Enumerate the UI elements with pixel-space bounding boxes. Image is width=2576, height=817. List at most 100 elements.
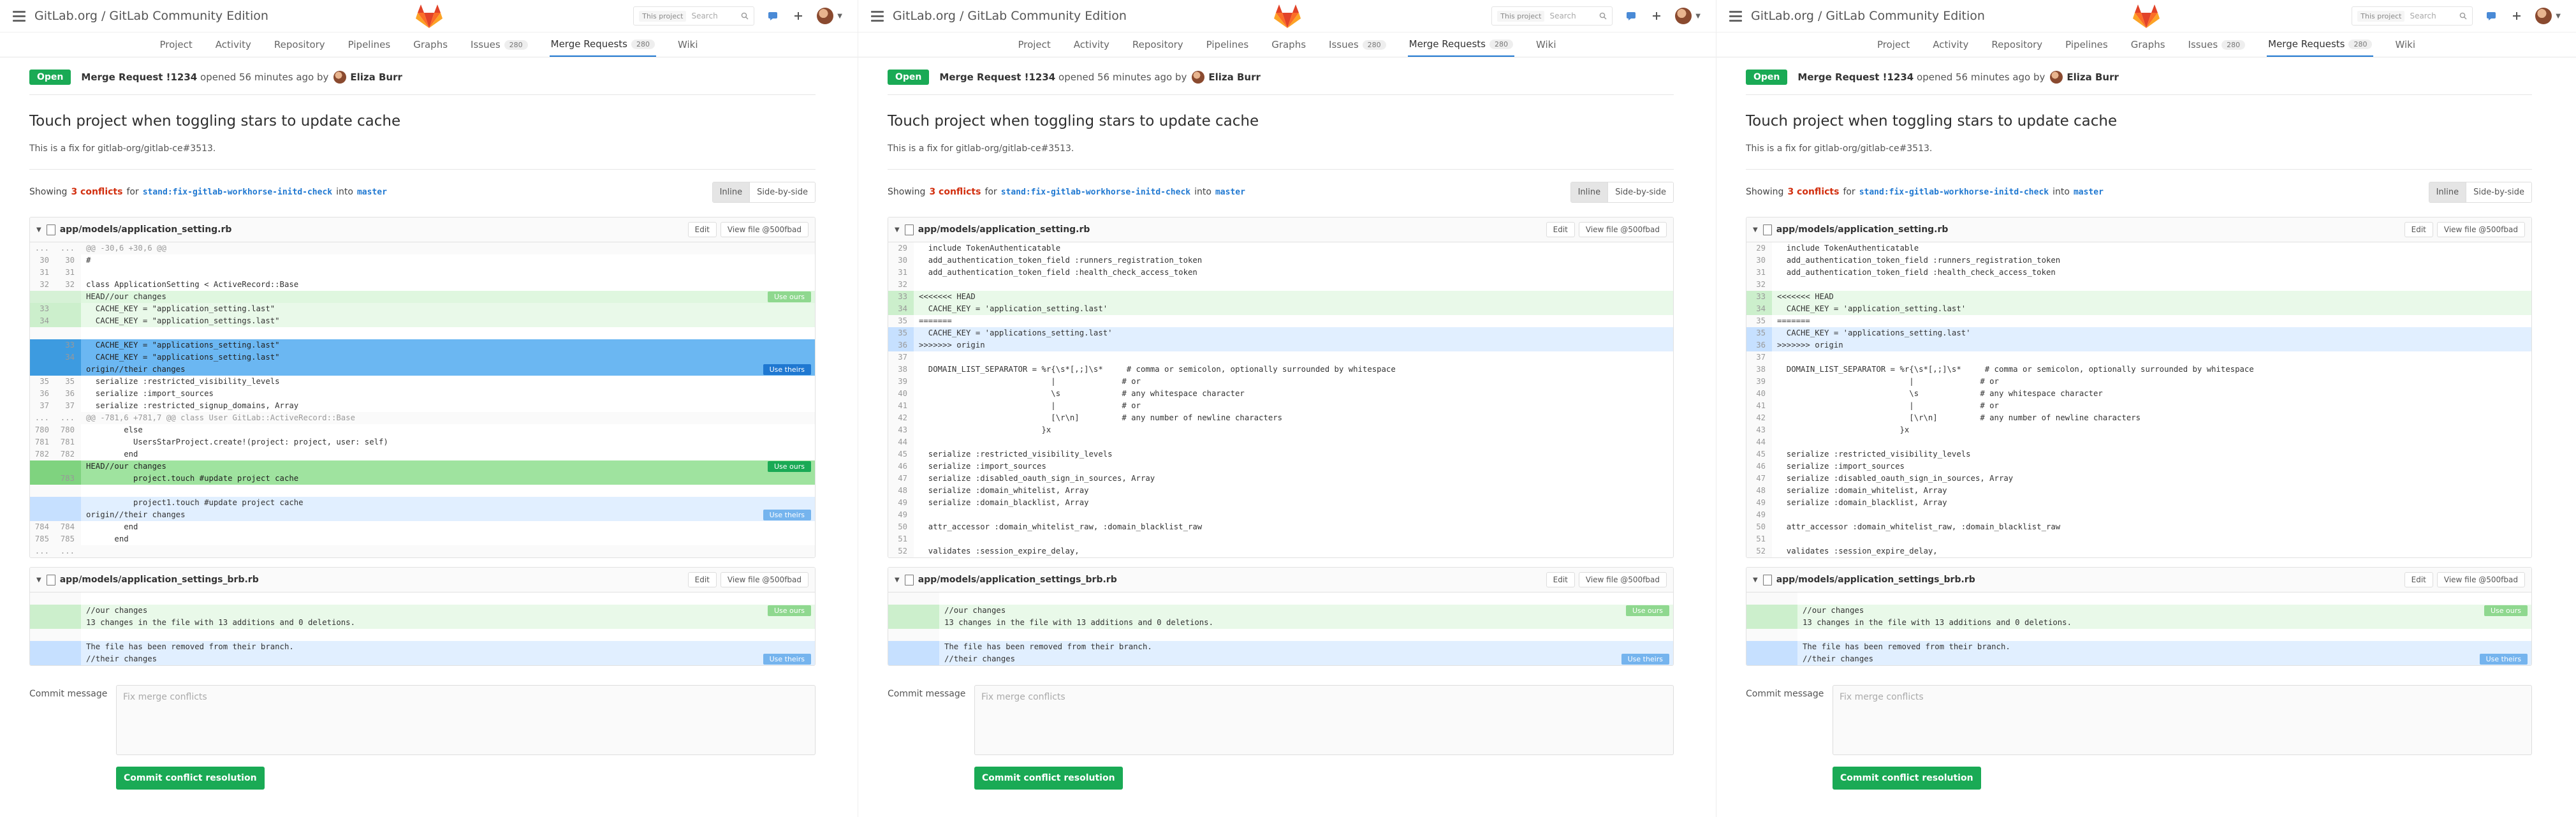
use-ours-button[interactable]: Use ours — [767, 461, 811, 472]
side-by-side-button[interactable]: Side-by-side — [2466, 182, 2531, 202]
commit-message-input[interactable]: Fix merge conflicts — [116, 685, 816, 755]
nav-pipelines[interactable]: Pipelines — [347, 33, 392, 57]
commit-message-input[interactable]: Fix merge conflicts — [1833, 685, 2532, 755]
nav-merge-requests[interactable]: Merge Requests 280 — [1407, 33, 1514, 57]
user-avatar[interactable] — [817, 8, 834, 24]
todos-icon[interactable] — [1624, 9, 1638, 23]
use-theirs-button[interactable]: Use theirs — [763, 364, 811, 375]
view-file-button[interactable]: View file @500fbad — [1578, 572, 1667, 587]
mr-author[interactable]: Eliza Burr — [350, 71, 402, 83]
chevron-down-icon[interactable]: ▼ — [1695, 13, 1701, 20]
nav-project[interactable]: Project — [158, 33, 193, 57]
use-ours-button[interactable]: Use ours — [1625, 605, 1669, 616]
todos-icon[interactable] — [2484, 9, 2498, 23]
nav-graphs[interactable]: Graphs — [2130, 33, 2167, 57]
use-ours-button[interactable]: Use ours — [767, 605, 811, 616]
nav-activity[interactable]: Activity — [1931, 33, 1970, 57]
nav-repository[interactable]: Repository — [1990, 33, 2044, 57]
gitlab-logo[interactable] — [2132, 4, 2160, 29]
chevron-down-icon[interactable]: ▼ — [1753, 577, 1758, 584]
chevron-down-icon[interactable]: ▼ — [895, 226, 900, 233]
nav-activity[interactable]: Activity — [214, 33, 252, 57]
project-breadcrumb[interactable]: GitLab.org / GitLab Community Edition — [1751, 9, 1985, 23]
project-breadcrumb[interactable]: GitLab.org / GitLab Community Edition — [893, 9, 1127, 23]
author-avatar[interactable] — [1192, 71, 1205, 84]
edit-button[interactable]: Edit — [687, 572, 717, 587]
plus-icon[interactable] — [2510, 9, 2524, 23]
edit-button[interactable]: Edit — [687, 222, 717, 237]
nav-issues[interactable]: Issues 280 — [2187, 33, 2247, 57]
author-avatar[interactable] — [2050, 71, 2063, 84]
search-input[interactable]: This project Search — [2352, 6, 2473, 26]
user-avatar[interactable] — [2535, 8, 2552, 24]
chevron-down-icon[interactable]: ▼ — [1753, 226, 1758, 233]
inline-view-button[interactable]: Inline — [712, 182, 750, 202]
chevron-down-icon[interactable]: ▼ — [2556, 13, 2561, 20]
nav-activity[interactable]: Activity — [1072, 33, 1111, 57]
menu-icon[interactable] — [871, 10, 884, 22]
search-input[interactable]: This project Search — [1491, 6, 1613, 26]
mr-author[interactable]: Eliza Burr — [1208, 71, 1261, 83]
nav-wiki[interactable]: Wiki — [1535, 33, 1558, 57]
plus-icon[interactable] — [791, 9, 805, 23]
menu-icon[interactable] — [13, 10, 26, 22]
source-branch[interactable]: stand:fix-gitlab-workhorse-initd-check — [143, 188, 332, 197]
inline-view-button[interactable]: Inline — [1570, 182, 1608, 202]
commit-conflict-resolution-button[interactable]: Commit conflict resolution — [974, 767, 1123, 790]
view-file-button[interactable]: View file @500fbad — [720, 572, 809, 587]
nav-issues[interactable]: Issues 280 — [469, 33, 529, 57]
todos-icon[interactable] — [766, 9, 780, 23]
edit-button[interactable]: Edit — [2404, 222, 2433, 237]
side-by-side-button[interactable]: Side-by-side — [1607, 182, 1673, 202]
nav-graphs[interactable]: Graphs — [412, 33, 449, 57]
target-branch[interactable]: master — [2074, 188, 2104, 197]
chevron-down-icon[interactable]: ▼ — [837, 13, 842, 20]
use-ours-button[interactable]: Use ours — [2484, 605, 2528, 616]
user-avatar[interactable] — [1675, 8, 1692, 24]
nav-merge-requests[interactable]: Merge Requests 280 — [549, 33, 656, 57]
chevron-down-icon[interactable]: ▼ — [895, 577, 900, 584]
nav-project[interactable]: Project — [1876, 33, 1911, 57]
view-file-button[interactable]: View file @500fbad — [2436, 572, 2525, 587]
source-branch[interactable]: stand:fix-gitlab-workhorse-initd-check — [1001, 188, 1190, 197]
mr-author[interactable]: Eliza Burr — [2067, 71, 2119, 83]
nav-merge-requests[interactable]: Merge Requests 280 — [2267, 33, 2374, 57]
nav-pipelines[interactable]: Pipelines — [1205, 33, 1250, 57]
edit-button[interactable]: Edit — [2404, 572, 2433, 587]
commit-conflict-resolution-button[interactable]: Commit conflict resolution — [1833, 767, 1981, 790]
use-ours-button[interactable]: Use ours — [767, 291, 811, 302]
nav-repository[interactable]: Repository — [1131, 33, 1185, 57]
use-theirs-button[interactable]: Use theirs — [763, 510, 811, 520]
edit-button[interactable]: Edit — [1546, 572, 1575, 587]
plus-icon[interactable] — [1650, 9, 1664, 23]
nav-graphs[interactable]: Graphs — [1270, 33, 1307, 57]
commit-conflict-resolution-button[interactable]: Commit conflict resolution — [116, 767, 265, 790]
view-file-button[interactable]: View file @500fbad — [2436, 222, 2525, 237]
commit-message-input[interactable]: Fix merge conflicts — [974, 685, 1674, 755]
nav-pipelines[interactable]: Pipelines — [2064, 33, 2109, 57]
use-theirs-button[interactable]: Use theirs — [1621, 654, 1669, 665]
project-breadcrumb[interactable]: GitLab.org / GitLab Community Edition — [34, 9, 268, 23]
gitlab-logo[interactable] — [415, 4, 443, 29]
edit-button[interactable]: Edit — [1546, 222, 1575, 237]
author-avatar[interactable] — [333, 71, 347, 84]
nav-wiki[interactable]: Wiki — [2394, 33, 2417, 57]
source-branch[interactable]: stand:fix-gitlab-workhorse-initd-check — [1859, 188, 2049, 197]
view-file-button[interactable]: View file @500fbad — [1578, 222, 1667, 237]
gitlab-logo[interactable] — [1273, 4, 1301, 29]
view-file-button[interactable]: View file @500fbad — [720, 222, 809, 237]
search-input[interactable]: This project Search — [633, 6, 755, 26]
target-branch[interactable]: master — [357, 188, 387, 197]
chevron-down-icon[interactable]: ▼ — [36, 226, 41, 233]
nav-project[interactable]: Project — [1016, 33, 1051, 57]
use-theirs-button[interactable]: Use theirs — [2479, 654, 2528, 665]
side-by-side-button[interactable]: Side-by-side — [749, 182, 815, 202]
nav-repository[interactable]: Repository — [273, 33, 326, 57]
nav-issues[interactable]: Issues 280 — [1328, 33, 1387, 57]
target-branch[interactable]: master — [1215, 188, 1245, 197]
use-theirs-button[interactable]: Use theirs — [763, 654, 811, 665]
chevron-down-icon[interactable]: ▼ — [36, 577, 41, 584]
nav-wiki[interactable]: Wiki — [677, 33, 699, 57]
inline-view-button[interactable]: Inline — [2429, 182, 2466, 202]
menu-icon[interactable] — [1729, 10, 1742, 22]
